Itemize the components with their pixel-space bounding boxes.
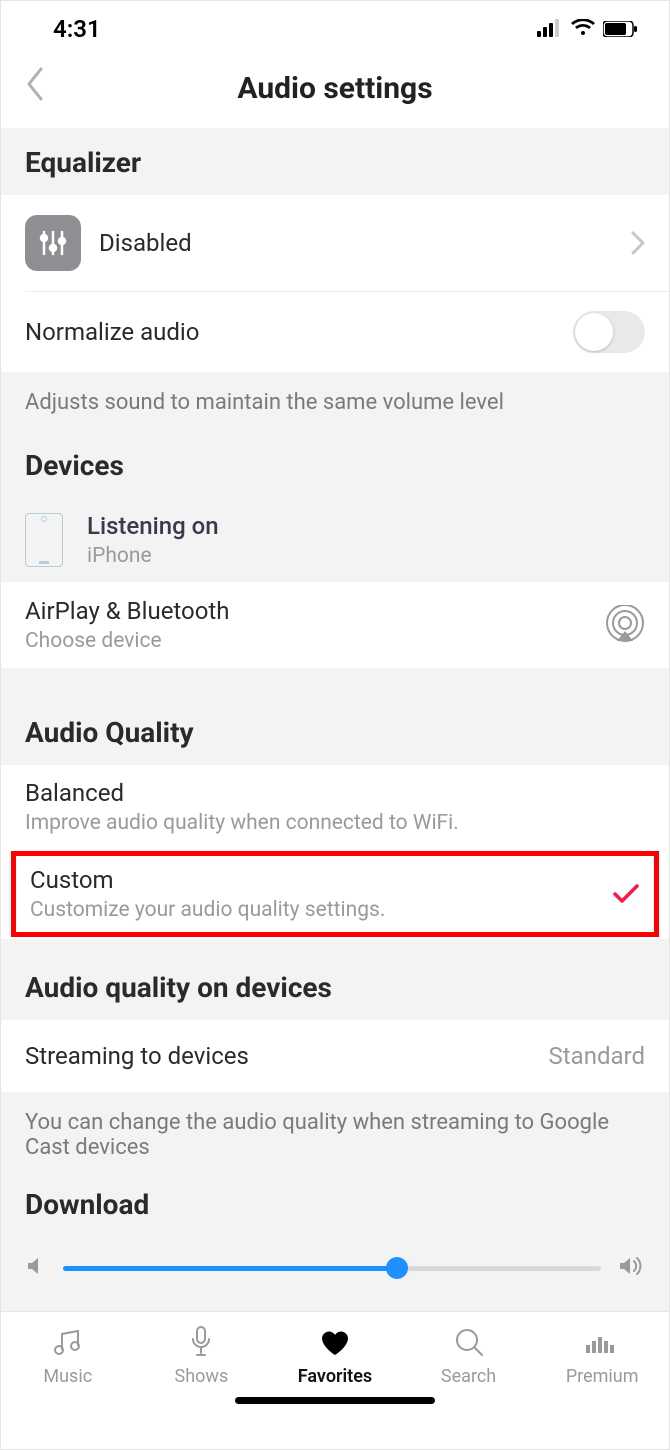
music-icon [52, 1324, 84, 1360]
nav-bar: Audio settings [1, 53, 669, 128]
back-button[interactable] [25, 67, 45, 105]
row-normalize-audio[interactable]: Normalize audio [1, 292, 669, 372]
row-equalizer[interactable]: Disabled [1, 195, 669, 291]
phone-icon [25, 513, 63, 567]
tab-music-label: Music [43, 1366, 92, 1387]
volume-slider[interactable] [63, 1266, 601, 1271]
checkmark-icon [612, 883, 640, 905]
streaming-label: Streaming to devices [25, 1042, 549, 1070]
custom-sub: Customize your audio quality settings. [30, 898, 600, 922]
listening-label: Listening on [87, 512, 645, 540]
premium-icon [584, 1324, 620, 1360]
streaming-description: You can change the audio quality when st… [1, 1092, 669, 1184]
tab-shows[interactable]: Shows [135, 1324, 269, 1387]
tab-shows-label: Shows [175, 1366, 229, 1387]
row-quality-balanced[interactable]: Balanced Improve audio quality when conn… [1, 765, 669, 849]
section-download-header: Download [1, 1184, 669, 1229]
airplay-label: AirPlay & Bluetooth [25, 597, 593, 625]
tab-search[interactable]: Search [402, 1324, 536, 1387]
custom-label: Custom [30, 866, 600, 894]
microphone-icon [189, 1324, 213, 1360]
tab-search-label: Search [441, 1366, 496, 1387]
chevron-right-icon [631, 231, 645, 255]
airplay-icon [605, 605, 645, 645]
section-quality-header: Audio Quality [1, 712, 669, 765]
battery-icon [603, 15, 637, 43]
section-equalizer-header: Equalizer [1, 128, 669, 195]
tab-premium-label: Premium [566, 1366, 639, 1387]
chevron-left-icon [25, 67, 45, 101]
status-bar: 4:31 [1, 1, 669, 53]
volume-low-icon[interactable] [25, 1255, 47, 1281]
volume-fill [63, 1266, 397, 1271]
section-quality-devices-header: Audio quality on devices [1, 939, 669, 1020]
listening-device: iPhone [87, 544, 645, 568]
status-icons [537, 15, 637, 43]
tab-music[interactable]: Music [1, 1324, 135, 1387]
normalize-label: Normalize audio [25, 318, 573, 346]
page-title: Audio settings [237, 71, 432, 106]
balanced-sub: Improve audio quality when connected to … [25, 811, 645, 835]
section-gap [1, 668, 669, 712]
wifi-icon [571, 15, 595, 43]
tab-favorites-label: Favorites [298, 1366, 372, 1387]
airplay-sub: Choose device [25, 629, 593, 653]
normalize-description: Adjusts sound to maintain the same volum… [1, 372, 669, 425]
search-icon [453, 1324, 485, 1360]
row-quality-custom[interactable]: Custom Customize your audio quality sett… [16, 856, 654, 932]
row-streaming-devices[interactable]: Streaming to devices Standard [1, 1020, 669, 1092]
volume-high-icon[interactable] [617, 1255, 645, 1281]
row-listening-on: Listening on iPhone [1, 498, 669, 582]
cellular-icon [537, 15, 563, 43]
volume-thumb[interactable] [386, 1257, 408, 1279]
row-airplay-bluetooth[interactable]: AirPlay & Bluetooth Choose device [1, 582, 669, 668]
tab-premium[interactable]: Premium [535, 1324, 669, 1387]
heart-icon [318, 1324, 352, 1360]
highlight-custom: Custom Customize your audio quality sett… [11, 851, 659, 937]
status-time: 4:31 [53, 15, 101, 43]
equalizer-value: Disabled [99, 229, 619, 257]
volume-control [1, 1229, 669, 1311]
tab-bar: Music Shows Favorites Search Premium [1, 1311, 669, 1389]
equalizer-icon [25, 215, 81, 271]
home-indicator[interactable] [1, 1389, 669, 1414]
streaming-value: Standard [549, 1042, 645, 1070]
section-devices-header: Devices [1, 425, 669, 498]
tab-favorites[interactable]: Favorites [268, 1324, 402, 1387]
normalize-switch[interactable] [573, 311, 645, 353]
balanced-label: Balanced [25, 779, 645, 807]
